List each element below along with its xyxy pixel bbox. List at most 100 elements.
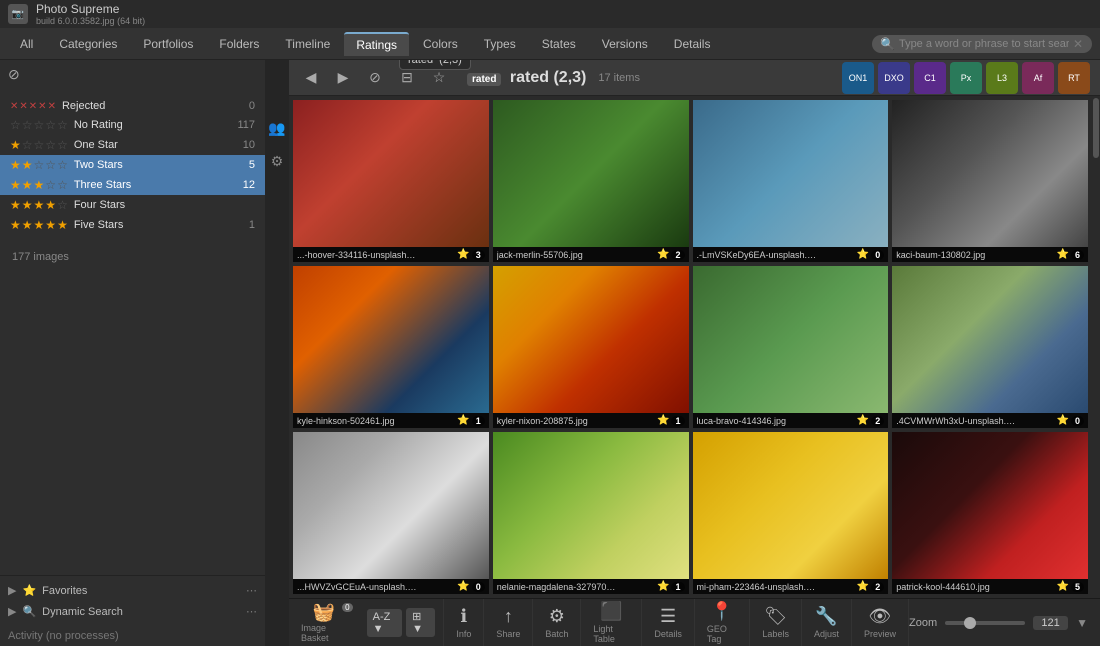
light-table-label: Light Table [593, 624, 629, 644]
zoom-slider[interactable] [945, 621, 1025, 625]
back-button[interactable]: ◀ [299, 66, 323, 90]
dynamic-search-icon: 🔍 [22, 605, 36, 618]
thumb-0[interactable]: ...-hoover-334116-unsplash.jpg ⭐ 3 [293, 100, 489, 262]
search-input[interactable] [899, 38, 1069, 50]
luminar-icon[interactable]: L3 [986, 62, 1018, 94]
dynamic-search-menu-icon[interactable]: ⋯ [246, 605, 257, 618]
users-icon[interactable]: 👥 [268, 120, 285, 137]
dxo-icon[interactable]: DXO [878, 62, 910, 94]
thumb-filename-1: jack-merlin-55706.jpg [497, 250, 583, 260]
thumb-3[interactable]: kaci-baum-130802.jpg ⭐ 6 [892, 100, 1088, 262]
adjust-button[interactable]: 🔧 Adjust [802, 599, 852, 646]
thumb-6[interactable]: luca-bravo-414346.jpg ⭐ 2 [693, 266, 889, 428]
sidebar-ratings: ✕ ✕ ✕ ✕ ✕ Rejected 0 ☆ ☆ ☆ ☆ ☆ No Rati [0, 89, 265, 243]
preview-label: Preview [864, 629, 896, 639]
scrollbar-thumb[interactable] [1093, 98, 1099, 158]
thumb-label-9: nelanie-magdalena-327970.jpg ⭐ 1 [493, 579, 689, 594]
tab-versions[interactable]: Versions [590, 33, 660, 55]
app-title: Photo Supreme [36, 2, 145, 16]
rating-row-five-stars[interactable]: ★ ★ ★ ★ ★ Five Stars 1 [0, 215, 265, 235]
gallery-rated-range: rated (2,3) [510, 69, 586, 86]
settings-icon[interactable]: ⚙ [271, 153, 284, 170]
gallery-scrollbar[interactable] [1092, 96, 1100, 598]
sidebar-panels: ▶ ⭐ Favorites ⋯ ▶ 🔍 Dynamic Search ⋯ Act… [0, 575, 265, 646]
tab-types[interactable]: Types [472, 33, 528, 55]
on1-icon[interactable]: ON1 [842, 62, 874, 94]
tab-portfolios[interactable]: Portfolios [131, 33, 205, 55]
thumb-10[interactable]: mi-pham-223464-unsplash.jpg ⭐ 2 [693, 432, 889, 594]
tab-categories[interactable]: Categories [47, 33, 129, 55]
rawtherapee-icon[interactable]: RT [1058, 62, 1090, 94]
rating-row-no-rating[interactable]: ☆ ☆ ☆ ☆ ☆ No Rating 117 [0, 115, 265, 135]
info-icon: ℹ [460, 606, 467, 627]
tab-timeline[interactable]: Timeline [273, 33, 342, 55]
rating-row-three-stars[interactable]: ★ ★ ★ ☆ ☆ Three Stars 12 [0, 175, 265, 195]
thumb-label-4: kyle-hinkson-502461.jpg ⭐ 1 [293, 413, 489, 428]
search-clear-icon[interactable]: ✕ [1073, 37, 1083, 51]
tab-states[interactable]: States [530, 33, 588, 55]
gallery-item-count: 17 items [598, 72, 640, 84]
gallery-grid: ...-hoover-334116-unsplash.jpg ⭐ 3 jack-… [289, 96, 1092, 598]
top-bar: 📷 Photo Supreme build 6.0.0.3582.jpg (64… [0, 0, 1100, 28]
image-basket-button[interactable]: 0 🧺 Image Basket [289, 599, 359, 646]
reject-x-5: ✕ [48, 101, 56, 112]
rating-row-four-stars[interactable]: ★ ★ ★ ★ ☆ Four Stars [0, 195, 265, 215]
rating-row-one-star[interactable]: ★ ☆ ☆ ☆ ☆ One Star 10 [0, 135, 265, 155]
reject-x-3: ✕ [29, 101, 37, 112]
favorites-menu-icon[interactable]: ⋯ [246, 584, 257, 597]
batch-button[interactable]: ⚙ Batch [533, 599, 581, 646]
five-star-stars: ★ ★ ★ ★ ★ [10, 218, 68, 232]
search-box[interactable]: 🔍 ✕ [872, 35, 1092, 53]
thumb-rating-11: ⭐ 5 [1057, 581, 1084, 592]
tab-details[interactable]: Details [662, 33, 723, 55]
details-label: Details [654, 629, 682, 639]
thumb-5[interactable]: kyler-nixon-208875.jpg ⭐ 1 [493, 266, 689, 428]
rating-row-two-stars[interactable]: ★ ★ ☆ ☆ ☆ Two Stars 5 [0, 155, 265, 175]
tab-colors[interactable]: Colors [411, 33, 470, 55]
filter-icon[interactable]: ⊘ [8, 66, 20, 83]
reject-x-1: ✕ [10, 101, 18, 112]
filter-button[interactable]: ⊘ [363, 66, 387, 90]
thumb-rating-7: ⭐ 0 [1057, 415, 1084, 426]
thumb-11[interactable]: patrick-kool-444610.jpg ⭐ 5 [892, 432, 1088, 594]
rated-tag: rated [467, 73, 501, 86]
tab-folders[interactable]: Folders [207, 33, 271, 55]
thumb-filename-2: .-LmVSKeDy6EA-unsplash.jpg [697, 250, 817, 260]
tab-ratings[interactable]: Ratings [344, 32, 409, 56]
details-button[interactable]: ☰ Details [642, 599, 695, 646]
thumb-9[interactable]: nelanie-magdalena-327970.jpg ⭐ 1 [493, 432, 689, 594]
zoom-dropdown-icon[interactable]: ▼ [1076, 616, 1088, 630]
thumb-rating-5: ⭐ 1 [657, 415, 684, 426]
pixelmator-icon[interactable]: Px [950, 62, 982, 94]
details-icon: ☰ [660, 606, 676, 627]
four-stars-label: Four Stars [74, 199, 224, 211]
preview-icon: 👁 [869, 606, 892, 627]
share-button[interactable]: ↑ Share [484, 599, 533, 646]
favorites-item[interactable]: ▶ ⭐ Favorites ⋯ [0, 580, 265, 601]
one-star-stars: ★ ☆ ☆ ☆ ☆ [10, 138, 68, 152]
thumb-label-7: .4CVMWrWh3xU-unsplash.jpg ⭐ 0 [892, 413, 1088, 428]
thumb-label-2: .-LmVSKeDy6EA-unsplash.jpg ⭐ 0 [693, 247, 889, 262]
forward-button[interactable]: ▶ [331, 66, 355, 90]
geo-tag-button[interactable]: 📍 GEO Tag [695, 599, 751, 646]
thumb-rating-9: ⭐ 1 [657, 581, 684, 592]
dynamic-search-item[interactable]: ▶ 🔍 Dynamic Search ⋯ [0, 601, 265, 622]
affinity-icon[interactable]: Af [1022, 62, 1054, 94]
thumb-rating-6: ⭐ 2 [857, 415, 884, 426]
tab-all[interactable]: All [8, 33, 45, 55]
preview-button[interactable]: 👁 Preview [852, 599, 909, 646]
light-table-button[interactable]: ⬛ Light Table [581, 599, 642, 646]
info-button[interactable]: ℹ Info [444, 599, 484, 646]
thumb-label-6: luca-bravo-414346.jpg ⭐ 2 [693, 413, 889, 428]
thumb-1[interactable]: jack-merlin-55706.jpg ⭐ 2 [493, 100, 689, 262]
rating-row-rejected[interactable]: ✕ ✕ ✕ ✕ ✕ Rejected 0 [0, 97, 265, 115]
thumb-image-2 [693, 100, 889, 247]
capture-one-icon[interactable]: C1 [914, 62, 946, 94]
sort-az-button[interactable]: A-Z ▼ [367, 609, 403, 637]
grid-view-button[interactable]: ⊞ ▼ [406, 608, 435, 637]
thumb-2[interactable]: .-LmVSKeDy6EA-unsplash.jpg ⭐ 0 [693, 100, 889, 262]
thumb-8[interactable]: ...HWVZvGCEuA-unsplash.jpg ⭐ 0 [293, 432, 489, 594]
thumb-7[interactable]: .4CVMWrWh3xU-unsplash.jpg ⭐ 0 [892, 266, 1088, 428]
thumb-4[interactable]: kyle-hinkson-502461.jpg ⭐ 1 [293, 266, 489, 428]
labels-button[interactable]: 🏷 Labels [750, 599, 802, 646]
